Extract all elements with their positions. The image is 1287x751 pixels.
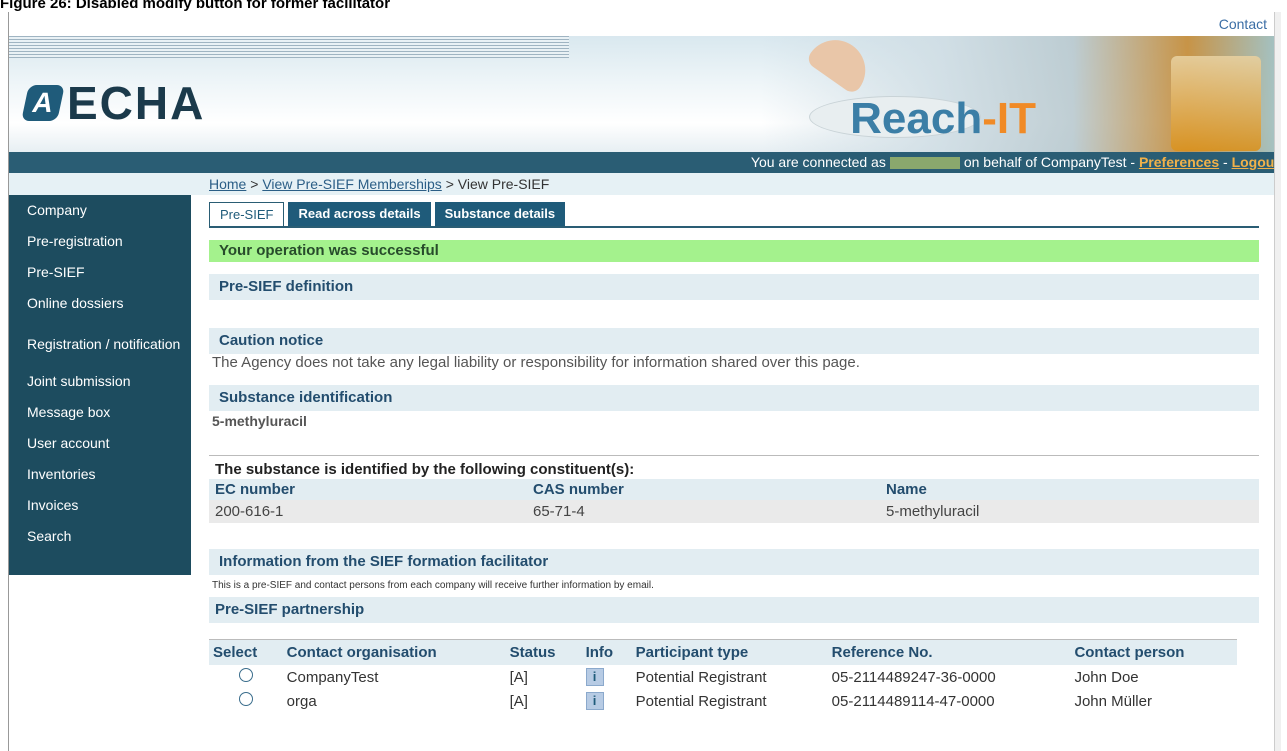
column-header: CAS number (527, 479, 880, 500)
caution-notice-text: The Agency does not take any legal liabi… (212, 354, 860, 371)
caution-notice-heading: Caution notice (209, 328, 1259, 354)
tab-read-across-details[interactable]: Read across details (288, 202, 431, 226)
sidebar-item-online-dossiers[interactable]: Online dossiers (9, 288, 191, 319)
participant-type-cell: Potential Registrant (635, 692, 767, 710)
name-cell: 5-methyluracil (880, 500, 1259, 523)
contact-person-cell: John Müller (1074, 692, 1152, 710)
reference-cell: 05-2114489114-47-0000 (831, 692, 995, 710)
info-icon[interactable]: i (585, 692, 604, 710)
select-radio[interactable] (238, 692, 253, 706)
breadcrumb-view-memberships[interactable]: View Pre-SIEF Memberships (262, 176, 441, 192)
substance-identification-heading: Substance identification (209, 385, 1259, 411)
status-cell: [A] (509, 692, 528, 710)
main-content: Pre-SIEF Read across details Substance d… (209, 202, 1259, 713)
info-icon[interactable]: i (585, 668, 604, 686)
substance-name: 5-methyluracil (212, 413, 307, 429)
column-header-status: Status (505, 639, 582, 665)
partnership-heading: Pre-SIEF partnership (209, 597, 1259, 623)
tab-bar: Pre-SIEF Read across details Substance d… (209, 202, 1259, 228)
tab-substance-details[interactable]: Substance details (434, 202, 566, 226)
header-banner: A ECHA Reach-IT (9, 36, 1281, 152)
breadcrumb-home[interactable]: Home (209, 176, 246, 192)
constituents-grid: EC number CAS number Name 200-616-1 65-7… (209, 479, 1259, 523)
column-header-contact-person: Contact person (1070, 639, 1237, 665)
breadcrumb-separator: > (250, 176, 259, 192)
top-bar: Contact (9, 12, 1281, 36)
sidebar-menu: Company Pre-registration Pre-SIEF Online… (9, 195, 191, 575)
preferences-link[interactable]: Preferences (1139, 154, 1219, 170)
company-text: on behalf of CompanyTest - (963, 154, 1136, 170)
figure-caption: Figure 26: Disabled modify button for fo… (0, 0, 391, 12)
breadcrumb: Home > View Pre-SIEF Memberships > View … (209, 176, 549, 192)
participant-type-cell: Potential Registrant (635, 668, 767, 686)
sidebar-item-company[interactable]: Company (9, 195, 191, 226)
banner-stripes (9, 36, 569, 58)
status-separator: - (1223, 154, 1228, 170)
column-header: Name (880, 479, 1259, 500)
organisation-cell: CompanyTest (286, 668, 379, 686)
sidebar-item-pre-registration[interactable]: Pre-registration (9, 226, 191, 257)
constituents-title: The substance is identified by the follo… (215, 461, 635, 478)
column-header-reference: Reference No. (827, 639, 1071, 665)
browser-frame: Contact A ECHA Reach-IT You are connecte… (8, 12, 1281, 751)
constituents-table: The substance is identified by the follo… (209, 455, 1259, 523)
select-radio[interactable] (238, 668, 253, 682)
vertical-scrollbar[interactable] (1274, 12, 1281, 751)
ec-number-cell: 200-616-1 (209, 500, 527, 523)
reach-it-logo-part2: -IT (982, 94, 1036, 143)
beaker-image (1171, 56, 1261, 151)
reference-cell: 05-2114489247-36-0000 (831, 668, 996, 686)
sidebar-item-search[interactable]: Search (9, 521, 191, 552)
breadcrumb-separator: > (445, 176, 454, 192)
echa-logo[interactable]: A ECHA (21, 76, 206, 130)
contact-person-cell: John Doe (1074, 668, 1139, 686)
facilitator-info-heading: Information from the SIEF formation faci… (209, 549, 1259, 575)
column-header-participant-type: Participant type (631, 639, 828, 665)
tab-pre-sief[interactable]: Pre-SIEF (209, 202, 285, 226)
success-message: Your operation was successful (209, 240, 1259, 262)
column-header-select: Select (209, 639, 283, 665)
pre-sief-definition-heading: Pre-SIEF definition (209, 274, 1259, 300)
connected-as-text: You are connected as (750, 154, 886, 170)
session-status-bar: You are connected as on behalf of Company… (9, 152, 1281, 173)
table-row: CompanyTest [A] i Potential Registrant 0… (209, 665, 1237, 689)
sidebar-item-joint-submission[interactable]: Joint submission (9, 366, 191, 397)
partnership-table: Select Contact organisation Status Info … (209, 639, 1237, 713)
column-header-organisation: Contact organisation (282, 639, 506, 665)
echa-logo-icon: A (21, 85, 65, 121)
cas-number-cell: 65-71-4 (527, 500, 880, 523)
table-row: orga [A] i Potential Registrant 05-21144… (209, 689, 1237, 713)
status-cell: [A] (509, 668, 528, 686)
contact-link[interactable]: Contact (1219, 16, 1267, 32)
sidebar-item-message-box[interactable]: Message box (9, 397, 191, 428)
sidebar-item-invoices[interactable]: Invoices (9, 490, 191, 521)
table-header-row: Select Contact organisation Status Info … (209, 639, 1237, 665)
redacted-username (889, 157, 960, 170)
echa-logo-text: ECHA (67, 77, 206, 129)
reach-it-logo-part1: Reach (850, 94, 983, 143)
facilitator-info-text: This is a pre-SIEF and contact persons f… (212, 580, 654, 591)
logout-link[interactable]: Logout (1232, 154, 1279, 170)
breadcrumb-bar: Home > View Pre-SIEF Memberships > View … (9, 173, 1281, 195)
column-header: EC number (209, 479, 527, 500)
reach-it-logo: Reach-IT (850, 94, 1036, 144)
column-header-info: Info (581, 639, 632, 665)
sidebar-item-registration[interactable]: Registration / notification (9, 319, 191, 366)
sidebar-item-user-account[interactable]: User account (9, 428, 191, 459)
breadcrumb-current: View Pre-SIEF (457, 176, 550, 192)
sidebar-item-pre-sief[interactable]: Pre-SIEF (9, 257, 191, 288)
organisation-cell: orga (286, 692, 317, 710)
sidebar-item-inventories[interactable]: Inventories (9, 459, 191, 490)
